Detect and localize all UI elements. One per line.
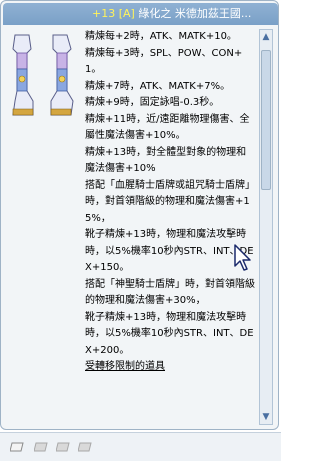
desc-line: 精煉+13時，對全體型對象的物理和魔法傷害+10% [85,146,247,175]
desc-line: 靴子精煉+13時，物理和魔法攻擊時時，以5%機率10秒內STR、INT、DEX+… [85,229,254,273]
refine-prefix: +13 [A] [92,7,139,20]
boots-icon [12,34,74,116]
item-description: 精煉每+2時，ATK、MATK+10。 精煉每+3時，SPL、POW、CON+1… [85,29,255,424]
desc-line: 搭配「血腥騎士盾牌或詛咒騎士盾牌」時，對首領階級的物理和魔法傷害+15%， [85,179,255,224]
empty-slot-icon [34,442,48,452]
slot-icon [10,442,24,452]
scroll-down-icon[interactable]: ▼ [261,412,271,422]
desc-line: 精煉+9時，固定詠唱-0.3秒。 [85,97,220,108]
desc-line: 精煉+11時，近/遠距離物理傷害、全屬性魔法傷害+10%。 [85,113,250,142]
title-bar[interactable]: +13 [A] 綠化之 米德加茲王國... [3,3,278,25]
item-title: +13 [A] 綠化之 米德加茲王國... [92,7,277,21]
desc-line: 搭配「神聖騎士盾牌」時，對首領階級的物理和魔法傷害+30%， [85,278,255,307]
empty-slot-icon [56,442,70,452]
scroll-thumb[interactable] [261,50,271,190]
desc-line: 精煉每+2時，ATK、MATK+10。 [85,31,237,42]
desc-line: 精煉+7時，ATK、MATK+7%。 [85,80,231,92]
mouse-cursor-icon [234,244,251,271]
item-info-window: +13 [A] 綠化之 米德加茲王國... 精煉每+2時，ATK、MATK+10… [0,0,279,430]
item-name: 綠化之 米德加茲王國... [138,7,252,20]
card-slot-bar [0,432,281,461]
scrollbar[interactable]: ▲ ▼ [259,29,273,425]
scroll-up-icon[interactable]: ▲ [261,32,271,42]
empty-slot-icon [78,442,92,452]
desc-line: 精煉每+3時，SPL、POW、CON+1。 [85,47,243,76]
item-image [7,29,77,121]
desc-line: 靴子精煉+13時，物理和魔法攻擊時時，以5%機率10秒內STR、INT、DEX+… [85,311,254,356]
restriction-link[interactable]: 受轉移限制的道具 [85,359,255,376]
